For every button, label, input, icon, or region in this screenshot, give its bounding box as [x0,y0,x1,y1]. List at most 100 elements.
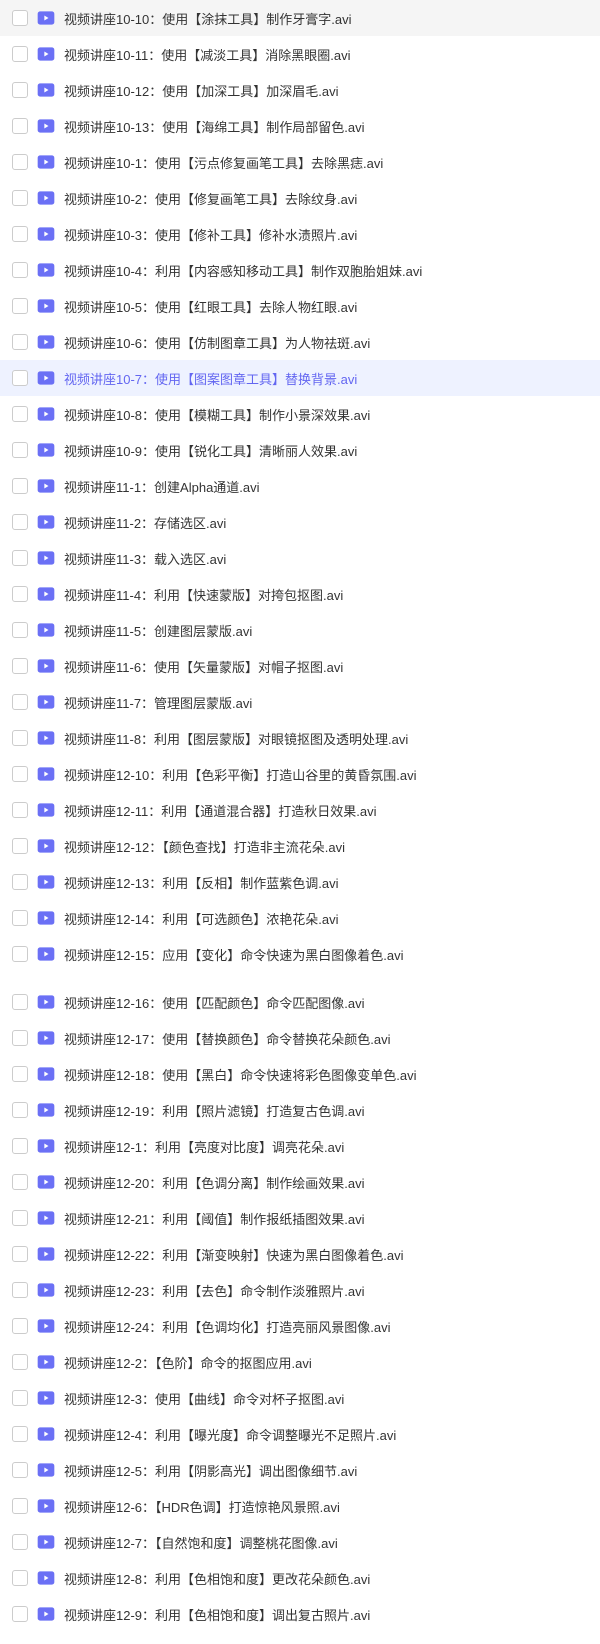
file-item[interactable]: 视频讲座12-7：【自然饱和度】调整桃花图像.avi [0,1524,600,1560]
file-item[interactable]: 视频讲座10-8：使用【模糊工具】制作小景深效果.avi [0,396,600,432]
file-checkbox[interactable] [12,514,28,530]
file-item[interactable]: 视频讲座10-11：使用【减淡工具】消除黑眼圈.avi [0,36,600,72]
video-icon [36,728,56,748]
video-icon [36,944,56,964]
file-item[interactable]: 视频讲座11-6：使用【矢量蒙版】对帽子抠图.avi [0,648,600,684]
file-item[interactable]: 视频讲座12-13：利用【反相】制作蓝紫色调.avi [0,864,600,900]
file-item[interactable]: 视频讲座10-12：使用【加深工具】加深眉毛.avi [0,72,600,108]
file-checkbox[interactable] [12,1210,28,1226]
file-item[interactable]: 视频讲座12-2：【色阶】命令的抠图应用.avi [0,1344,600,1380]
file-checkbox[interactable] [12,802,28,818]
file-checkbox[interactable] [12,226,28,242]
file-checkbox[interactable] [12,622,28,638]
file-item[interactable]: 视频讲座11-5：创建图层蒙版.avi [0,612,600,648]
file-checkbox[interactable] [12,838,28,854]
file-item[interactable]: 视频讲座12-17：使用【替换颜色】命令替换花朵颜色.avi [0,1020,600,1056]
file-checkbox[interactable] [12,586,28,602]
file-checkbox[interactable] [12,82,28,98]
file-checkbox[interactable] [12,370,28,386]
file-item[interactable]: 视频讲座10-1：使用【污点修复画笔工具】去除黑痣.avi [0,144,600,180]
file-item[interactable]: 视频讲座10-6：使用【仿制图章工具】为人物祛斑.avi [0,324,600,360]
file-item[interactable]: 视频讲座12-19：利用【照片滤镜】打造复古色调.avi [0,1092,600,1128]
file-item[interactable]: 视频讲座10-4：利用【内容感知移动工具】制作双胞胎姐妹.avi [0,252,600,288]
file-item[interactable]: 视频讲座12-8：利用【色相饱和度】更改花朵颜色.avi [0,1560,600,1596]
file-item[interactable]: 视频讲座12-22：利用【渐变映射】快速为黑白图像着色.avi [0,1236,600,1272]
file-item[interactable]: 视频讲座11-1：创建Alpha通道.avi [0,468,600,504]
file-checkbox[interactable] [12,1426,28,1442]
file-checkbox[interactable] [12,190,28,206]
file-checkbox[interactable] [12,262,28,278]
file-name-label: 视频讲座10-11：使用【减淡工具】消除黑眼圈.avi [64,45,351,64]
file-checkbox[interactable] [12,946,28,962]
file-item[interactable]: 视频讲座12-4：利用【曝光度】命令调整曝光不足照片.avi [0,1416,600,1452]
file-checkbox[interactable] [12,1534,28,1550]
file-item[interactable]: 视频讲座11-7：管理图层蒙版.avi [0,684,600,720]
file-item[interactable]: 视频讲座12-14：利用【可选颜色】浓艳花朵.avi [0,900,600,936]
file-checkbox[interactable] [12,910,28,926]
file-checkbox[interactable] [12,1606,28,1622]
file-item[interactable]: 视频讲座12-1：利用【亮度对比度】调亮花朵.avi [0,1128,600,1164]
file-item[interactable]: 视频讲座10-5：使用【红眼工具】去除人物红眼.avi [0,288,600,324]
file-checkbox[interactable] [12,1030,28,1046]
file-checkbox[interactable] [12,874,28,890]
file-checkbox[interactable] [12,1570,28,1586]
file-checkbox[interactable] [12,1138,28,1154]
file-item[interactable]: 视频讲座12-12：【颜色查找】打造非主流花朵.avi [0,828,600,864]
file-checkbox[interactable] [12,658,28,674]
video-icon [36,908,56,928]
file-checkbox[interactable] [12,550,28,566]
file-item[interactable]: 视频讲座10-10：使用【涂抹工具】制作牙膏字.avi [0,0,600,36]
video-icon [36,800,56,820]
file-item[interactable]: 视频讲座12-18：使用【黑白】命令快速将彩色图像变单色.avi [0,1056,600,1092]
file-checkbox[interactable] [12,406,28,422]
file-item[interactable]: 视频讲座12-20：利用【色调分离】制作绘画效果.avi [0,1164,600,1200]
file-item[interactable]: 视频讲座12-6：【HDR色调】打造惊艳风景照.avi [0,1488,600,1524]
file-item[interactable]: 视频讲座12-11：利用【通道混合器】打造秋日效果.avi [0,792,600,828]
file-item[interactable]: 视频讲座10-13：使用【海绵工具】制作局部留色.avi [0,108,600,144]
file-checkbox[interactable] [12,766,28,782]
file-item[interactable]: 视频讲座11-3：载入选区.avi [0,540,600,576]
file-item[interactable]: 视频讲座12-24：利用【色调均化】打造亮丽风景图像.avi [0,1308,600,1344]
file-checkbox[interactable] [12,1102,28,1118]
file-name-label: 视频讲座11-8：利用【图层蒙版】对眼镜抠图及透明处理.avi [64,729,408,748]
file-item[interactable]: 视频讲座12-21：利用【阈值】制作报纸插图效果.avi [0,1200,600,1236]
file-checkbox[interactable] [12,154,28,170]
file-checkbox[interactable] [12,118,28,134]
file-checkbox[interactable] [12,334,28,350]
file-item[interactable]: 视频讲座12-9：利用【色相饱和度】调出复古照片.avi [0,1596,600,1632]
file-item[interactable]: 视频讲座10-3：使用【修补工具】修补水渍照片.avi [0,216,600,252]
file-checkbox[interactable] [12,1174,28,1190]
file-item[interactable]: 视频讲座10-7：使用【图案图章工具】替换背景.avi [0,360,600,396]
file-item[interactable]: 视频讲座12-10：利用【色彩平衡】打造山谷里的黄昏氛围.avi [0,756,600,792]
file-checkbox[interactable] [12,1246,28,1262]
file-item[interactable]: 视频讲座11-2：存储选区.avi [0,504,600,540]
file-item[interactable]: 视频讲座11-4：利用【快速蒙版】对挎包抠图.avi [0,576,600,612]
file-checkbox[interactable] [12,1390,28,1406]
video-icon [36,116,56,136]
file-item[interactable]: 视频讲座12-23：利用【去色】命令制作淡雅照片.avi [0,1272,600,1308]
file-checkbox[interactable] [12,1498,28,1514]
file-item[interactable]: 视频讲座10-9：使用【锐化工具】清晰丽人效果.avi [0,432,600,468]
file-checkbox[interactable] [12,1282,28,1298]
file-checkbox[interactable] [12,730,28,746]
file-item[interactable]: 视频讲座11-8：利用【图层蒙版】对眼镜抠图及透明处理.avi [0,720,600,756]
file-checkbox[interactable] [12,994,28,1010]
file-checkbox[interactable] [12,1066,28,1082]
file-checkbox[interactable] [12,298,28,314]
file-name-label: 视频讲座10-4：利用【内容感知移动工具】制作双胞胎姐妹.avi [64,261,422,280]
file-item[interactable]: 视频讲座12-5：利用【阴影高光】调出图像细节.avi [0,1452,600,1488]
file-checkbox[interactable] [12,46,28,62]
file-item[interactable]: 视频讲座12-3：使用【曲线】命令对杯子抠图.avi [0,1380,600,1416]
file-checkbox[interactable] [12,1318,28,1334]
file-checkbox[interactable] [12,694,28,710]
file-name-label: 视频讲座10-8：使用【模糊工具】制作小景深效果.avi [64,405,370,424]
file-item[interactable]: 视频讲座12-15：应用【变化】命令快速为黑白图像着色.avi [0,936,600,972]
file-item[interactable]: 视频讲座12-16：使用【匹配颜色】命令匹配图像.avi [0,984,600,1020]
file-checkbox[interactable] [12,10,28,26]
file-name-label: 视频讲座10-12：使用【加深工具】加深眉毛.avi [64,81,338,100]
file-checkbox[interactable] [12,1462,28,1478]
file-item[interactable]: 视频讲座10-2：使用【修复画笔工具】去除纹身.avi [0,180,600,216]
file-checkbox[interactable] [12,442,28,458]
file-checkbox[interactable] [12,1354,28,1370]
file-checkbox[interactable] [12,478,28,494]
